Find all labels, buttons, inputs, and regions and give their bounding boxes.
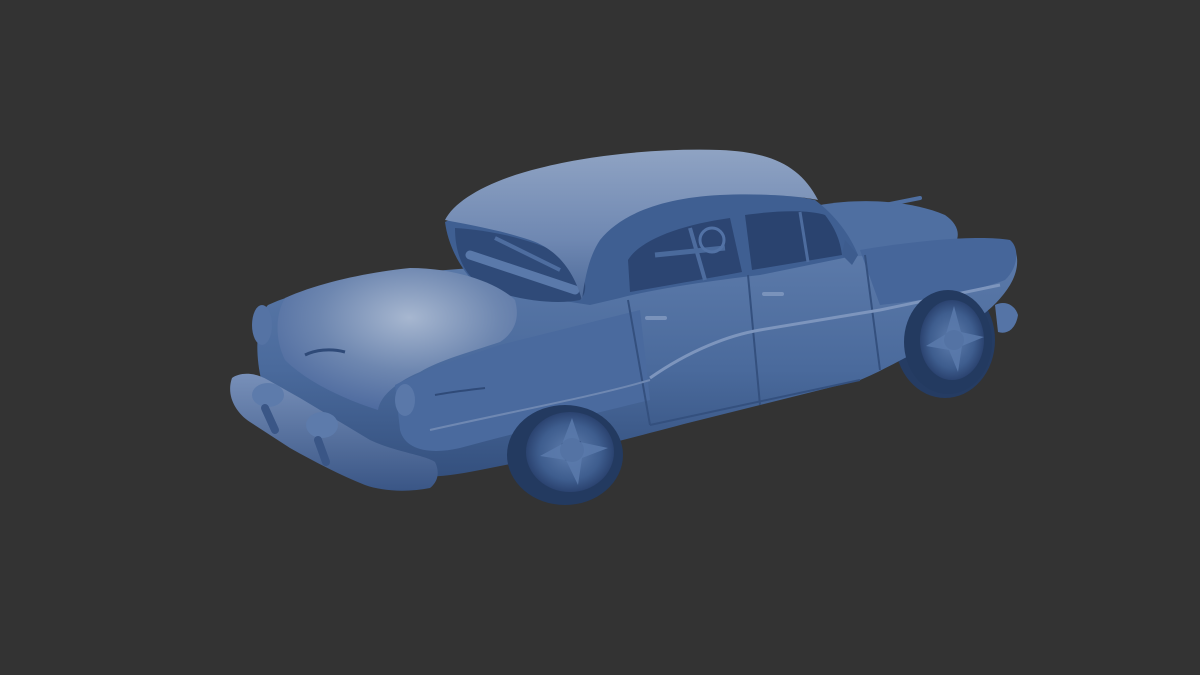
3d-viewport[interactable] — [0, 0, 1200, 675]
bumper-guard-right — [306, 412, 338, 438]
door-handle-front — [762, 292, 784, 296]
tail-light-left — [252, 305, 272, 345]
door-handle-rear — [645, 316, 667, 320]
render-canvas[interactable] — [0, 0, 1200, 675]
bumper-guard-left — [252, 383, 284, 407]
front-wheel — [904, 290, 992, 394]
rear-wheel — [507, 405, 623, 505]
tail-light-right — [395, 384, 415, 416]
